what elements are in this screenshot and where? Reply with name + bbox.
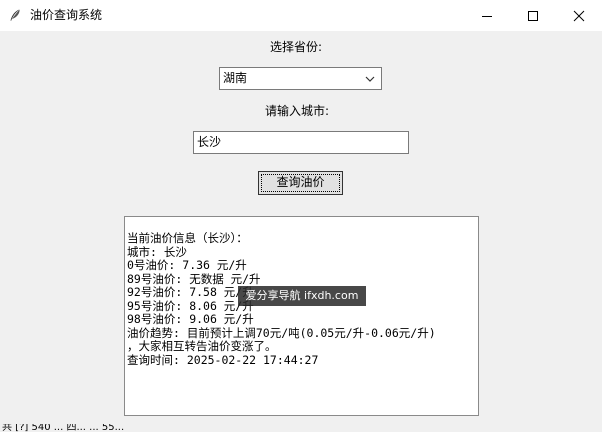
result-textbox[interactable]: 当前油价信息（长沙）： 城市: 长沙 0号油价: 7.36 元/升 89号油价:… bbox=[124, 216, 479, 416]
result-line: 查询时间: 2025-02-22 17:44:27 bbox=[127, 352, 319, 367]
status-text: 共 [?] 540 ... 四... ... 55... bbox=[2, 424, 125, 432]
chevron-down-icon[interactable] bbox=[364, 73, 376, 85]
feather-icon bbox=[10, 9, 20, 21]
result-line: 95号油价: 8.06 元/升 bbox=[127, 298, 254, 313]
city-input[interactable]: 长沙 bbox=[193, 131, 409, 154]
result-line: 油价趋势: 目前预计上调70元/吨(0.05元/升-0.06元/升) bbox=[127, 325, 436, 340]
province-select[interactable]: 湖南 bbox=[219, 67, 382, 90]
province-select-value: 湖南 bbox=[223, 71, 248, 85]
result-line: 0号油价: 7.36 元/升 bbox=[127, 258, 247, 272]
city-label: 请输入城市: bbox=[265, 104, 330, 118]
app-window: 油价查询系统 选择省份: 湖南 请输入城市: 长沙 查询油价 当前油价信息（长沙 bbox=[0, 0, 602, 432]
query-price-button[interactable]: 查询油价 bbox=[258, 171, 343, 195]
result-line: 当前油价信息（长沙）： bbox=[127, 231, 248, 245]
result-line: 89号油价: 无数据 元/升 bbox=[127, 271, 261, 286]
result-line: 城市: 长沙 bbox=[127, 244, 187, 259]
maximize-button[interactable] bbox=[510, 0, 556, 31]
province-label: 选择省份: bbox=[270, 40, 323, 54]
window-title: 油价查询系统 bbox=[30, 8, 103, 22]
minimize-button[interactable] bbox=[464, 0, 510, 31]
minimize-icon bbox=[482, 15, 492, 17]
maximize-icon bbox=[528, 10, 538, 21]
close-button[interactable] bbox=[556, 0, 602, 31]
result-line: 92号油价: 7.58 元/升 bbox=[127, 285, 254, 299]
title-bar[interactable]: 油价查询系统 bbox=[0, 0, 602, 31]
result-line: 98号油价: 9.06 元/升 bbox=[127, 312, 254, 326]
status-bar: 共 [?] 540 ... 四... ... 55... bbox=[0, 424, 602, 432]
close-icon bbox=[573, 10, 585, 21]
result-line: ，大家相互转告油价变涨了。 bbox=[127, 339, 277, 353]
watermark-overlay: 爱分享导航 ifxdh.com bbox=[238, 286, 366, 306]
